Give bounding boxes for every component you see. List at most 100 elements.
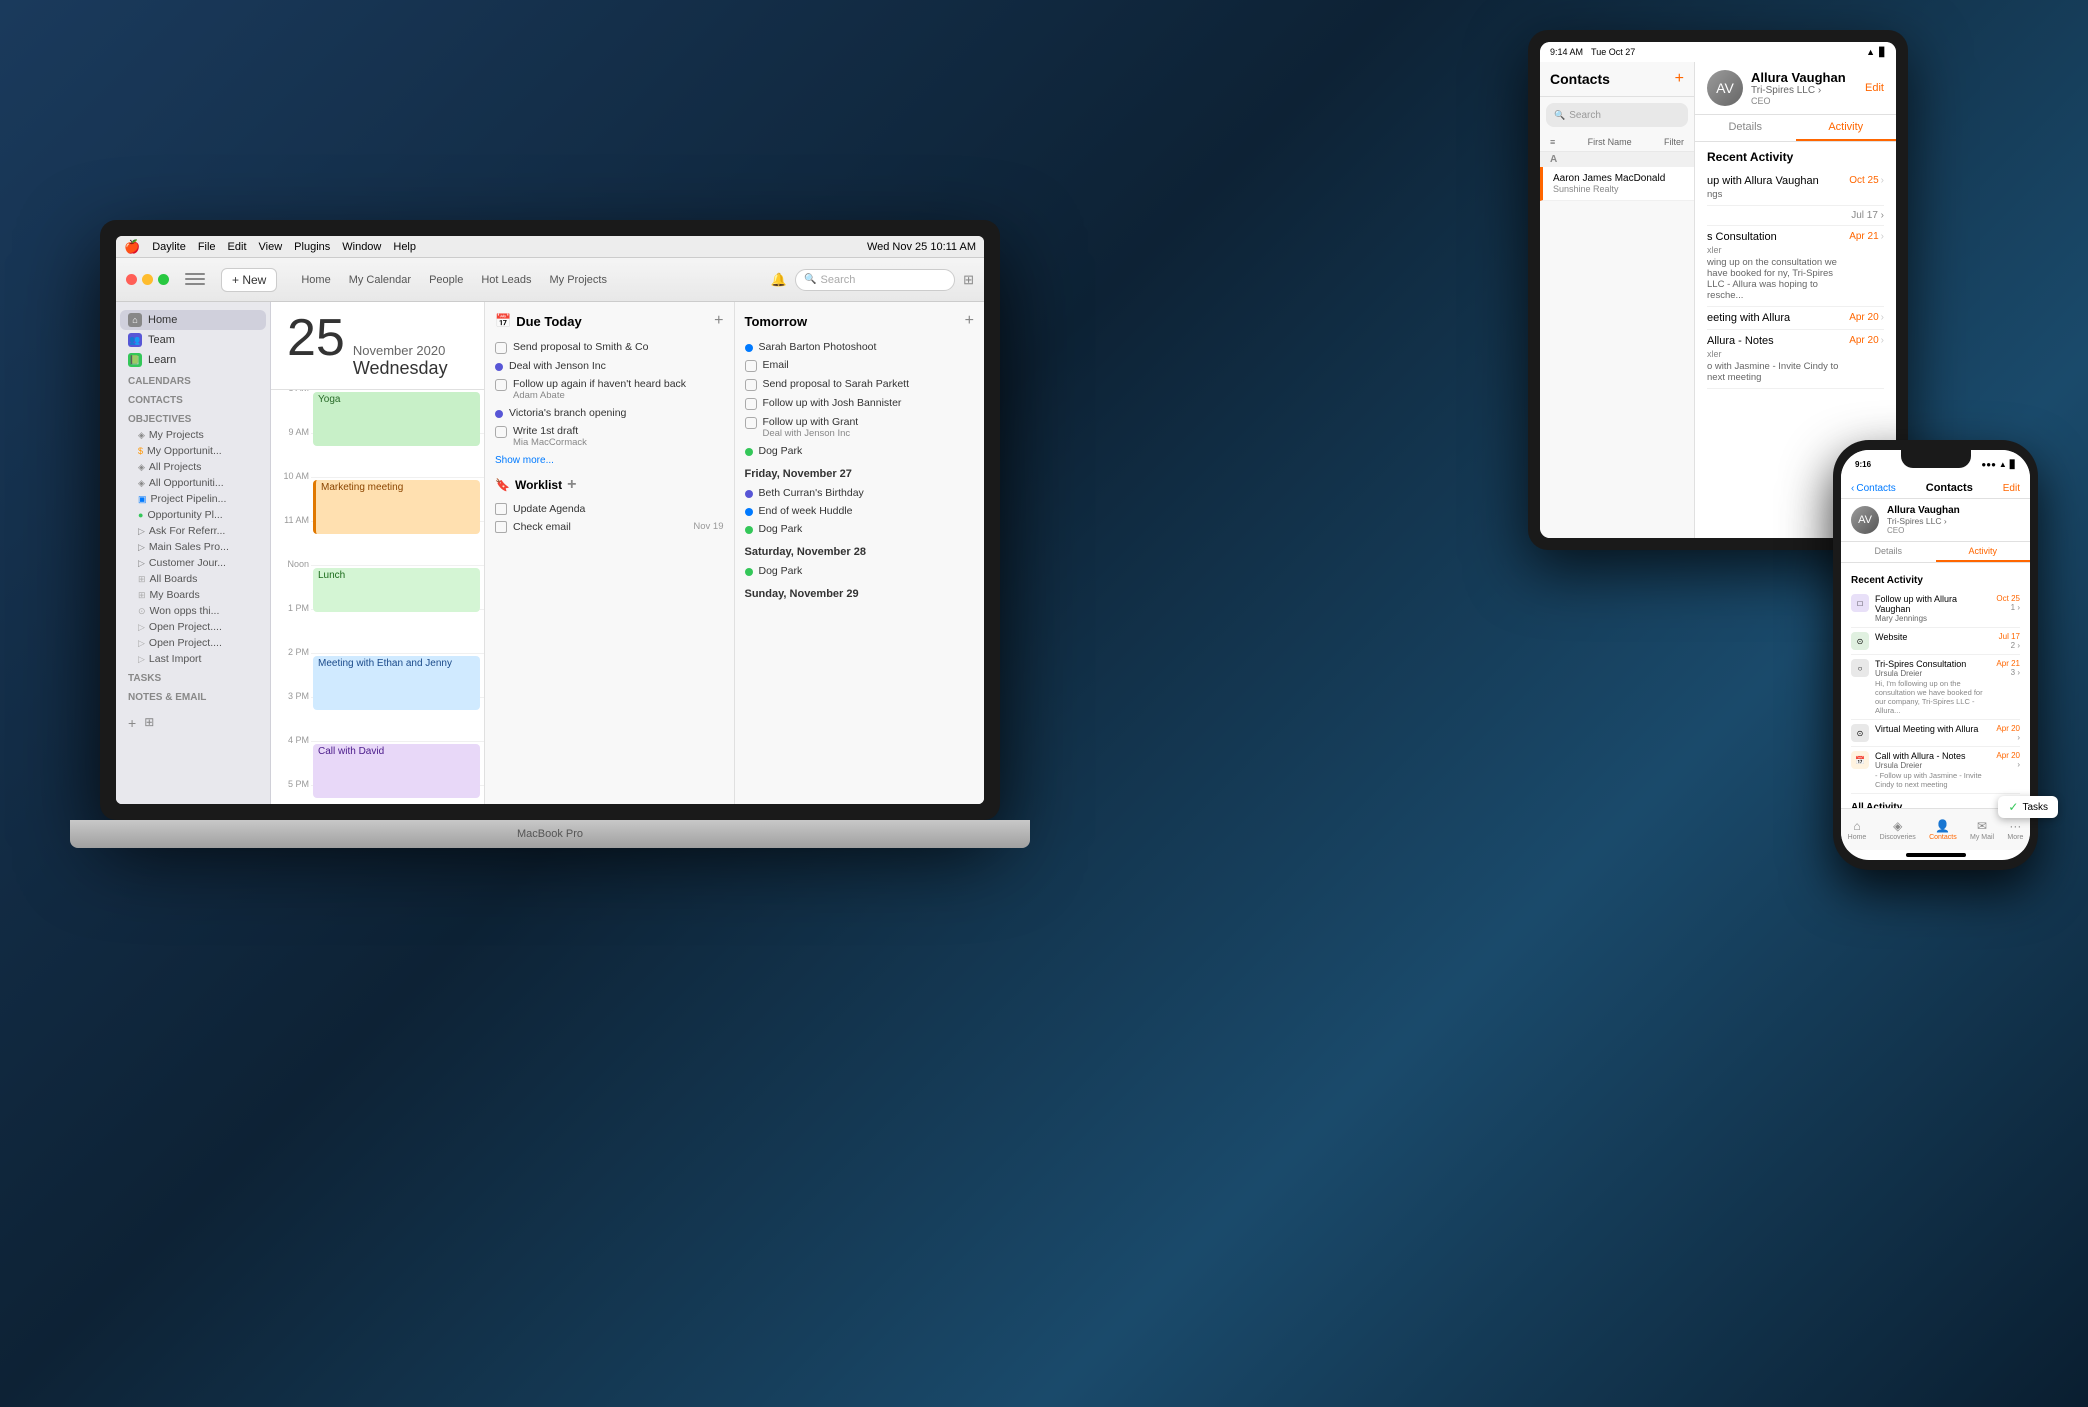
nav-my-calendar[interactable]: My Calendar — [343, 272, 417, 288]
grid-view-icon[interactable]: ⊞ — [963, 272, 974, 288]
close-button[interactable] — [126, 274, 137, 285]
iphone-tabbar-mymail[interactable]: ✉ My Mail — [1970, 819, 1994, 841]
sidebar-open-project-2[interactable]: ▷ Open Project.... — [116, 635, 270, 651]
ipad-tab-activity[interactable]: Activity — [1796, 115, 1897, 141]
minimize-button[interactable] — [142, 274, 153, 285]
due-today-add-button[interactable]: + — [714, 312, 723, 330]
sidebar-my-projects[interactable]: ◈ My Projects — [116, 427, 270, 443]
sidebar-all-boards[interactable]: ⊞ All Boards — [116, 571, 270, 587]
nav-hot-leads[interactable]: Hot Leads — [475, 272, 537, 288]
menu-plugins[interactable]: Plugins — [294, 241, 330, 253]
sidebar-toggle-button[interactable] — [185, 273, 205, 287]
sidebar-my-boards[interactable]: ⊞ My Boards — [116, 587, 270, 603]
iphone-activity-item[interactable]: □ Follow up with Allura Vaughan Mary Jen… — [1851, 590, 2020, 628]
sidebar-all-projects[interactable]: ◈ All Projects — [116, 459, 270, 475]
iphone-tab-activity[interactable]: Activity — [1936, 542, 2031, 562]
iphone-activity-item[interactable]: ○ Tri-Spires Consultation Ursula Dreier … — [1851, 655, 2020, 720]
ipad-jul17: Jul 17 › — [1851, 210, 1884, 221]
iphone-activity-item[interactable]: ⊙ Website Jul 17 2 › — [1851, 628, 2020, 655]
menu-file[interactable]: File — [198, 241, 216, 253]
ipad-filter-button[interactable]: Filter — [1664, 137, 1684, 147]
ipad-edit-button[interactable]: Edit — [1865, 82, 1884, 94]
iphone-tabbar-contacts[interactable]: 👤 Contacts — [1929, 819, 1957, 841]
iphone-act-date: Apr 20 — [1996, 751, 2020, 760]
contacts-section: Contacts — [116, 389, 270, 408]
tomorrow-add-button[interactable]: + — [965, 312, 974, 330]
nav-people[interactable]: People — [423, 272, 469, 288]
sidebar-opportunity-pl[interactable]: ● Opportunity Pl... — [116, 507, 270, 523]
ipad-activity-item[interactable]: eeting with Allura Apr 20 › — [1707, 307, 1884, 330]
sidebar-learn-label: Learn — [148, 354, 176, 366]
ipad-time: 9:14 AM — [1550, 47, 1583, 57]
learn-icon: 📗 — [128, 353, 142, 367]
task-checkbox[interactable] — [495, 342, 507, 354]
iphone-content: Recent Activity □ Follow up with Allura … — [1841, 563, 2030, 808]
ipad-contact-item[interactable]: Aaron James MacDonald Sunshine Realty — [1540, 167, 1694, 201]
sidebar-customer-jour[interactable]: ▷ Customer Jour... — [116, 555, 270, 571]
menu-edit[interactable]: Edit — [228, 241, 247, 253]
task-checkbox[interactable] — [745, 398, 757, 410]
task-dot-purple — [495, 363, 503, 371]
sidebar-open-project-1[interactable]: ▷ Open Project.... — [116, 619, 270, 635]
ipad-detail-company[interactable]: Tri-Spires LLC › — [1751, 85, 1846, 96]
task-checkbox[interactable] — [745, 360, 757, 372]
ipad-activity-item: Jul 17 › — [1707, 206, 1884, 226]
ipad-date: Tue Oct 27 — [1591, 47, 1635, 57]
iphone-edit-button[interactable]: Edit — [2003, 483, 2020, 494]
bell-icon[interactable]: 🔔 — [771, 272, 787, 288]
ipad-search[interactable]: 🔍 Search — [1546, 103, 1688, 127]
iphone-contact-name: Allura Vaughan — [1887, 505, 1960, 516]
menu-help[interactable]: Help — [393, 241, 416, 253]
search-placeholder: Search — [821, 274, 856, 286]
ipad-add-contact-button[interactable]: + — [1675, 70, 1684, 88]
new-button[interactable]: + New — [221, 268, 277, 292]
iphone-tabbar-home[interactable]: ⌂ Home — [1848, 819, 1867, 841]
ipad-tab-details[interactable]: Details — [1695, 115, 1796, 141]
iphone-activity-item[interactable]: 📅 Call with Allura - Notes Ursula Dreier… — [1851, 747, 2020, 794]
task-dot-purple — [745, 490, 753, 498]
event-lunch[interactable]: Lunch — [313, 568, 480, 612]
nav-my-projects[interactable]: My Projects — [543, 272, 612, 288]
nav-home[interactable]: Home — [295, 272, 336, 288]
sidebar-all-opportunities[interactable]: ◈ All Opportuniti... — [116, 475, 270, 491]
sidebar-ask-referr[interactable]: ▷ Ask For Referr... — [116, 523, 270, 539]
ipad-recent-activity-label: Recent Activity — [1707, 150, 1884, 164]
due-icon: 📅 — [495, 313, 511, 329]
show-more-link[interactable]: Show more... — [495, 455, 724, 466]
ipad-activity-info: Allura - Notes xler o with Jasmine - Inv… — [1707, 335, 1843, 383]
grid-icon[interactable]: ⊞ — [144, 715, 154, 731]
apple-icon: 🍎 — [124, 239, 140, 255]
ipad-activity-item[interactable]: Allura - Notes xler o with Jasmine - Inv… — [1707, 330, 1884, 389]
menu-view[interactable]: View — [259, 241, 283, 253]
sidebar-won-opps[interactable]: ⊙ Won opps thi... — [116, 603, 270, 619]
menu-window[interactable]: Window — [342, 241, 381, 253]
worklist-checkbox[interactable] — [495, 521, 507, 533]
iphone-tabbar-discoveries[interactable]: ◈ Discoveries — [1880, 819, 1916, 841]
sidebar-item-team[interactable]: 👥 Team — [116, 330, 270, 350]
sidebar-item-learn[interactable]: 📗 Learn — [116, 350, 270, 370]
iphone-tab-details[interactable]: Details — [1841, 542, 1936, 562]
toolbar-search[interactable]: 🔍 Search — [795, 269, 955, 291]
task-checkbox[interactable] — [745, 417, 757, 429]
ipad-activity-item[interactable]: up with Allura Vaughan ngs Oct 25 › — [1707, 170, 1884, 206]
ipad-chevron-icon: › — [1881, 175, 1884, 186]
maximize-button[interactable] — [158, 274, 169, 285]
task-checkbox[interactable] — [745, 379, 757, 391]
ipad-activity-item[interactable]: s Consultation xler wing up on the consu… — [1707, 226, 1884, 307]
worklist-add-button[interactable]: + — [567, 476, 576, 494]
sidebar-project-pipeline[interactable]: ▣ Project Pipelin... — [116, 491, 270, 507]
ipad-activity-date: Apr 20 — [1849, 312, 1878, 323]
macbook-device: 🍎 Daylite File Edit View Plugins Window … — [100, 220, 1020, 900]
task-checkbox[interactable] — [495, 379, 507, 391]
iphone-tabbar-more[interactable]: ··· More — [2007, 819, 2023, 841]
iphone-activity-item[interactable]: ⊙ Virtual Meeting with Allura Apr 20 › — [1851, 720, 2020, 747]
sidebar-item-home[interactable]: ⌂ Home — [120, 310, 266, 330]
worklist-checkbox[interactable] — [495, 503, 507, 515]
sidebar-main-sales[interactable]: ▷ Main Sales Pro... — [116, 539, 270, 555]
ipad-detail-name: Allura Vaughan — [1751, 70, 1846, 85]
sidebar-my-opportunities[interactable]: $ My Opportunit... — [116, 443, 270, 459]
task-checkbox[interactable] — [495, 426, 507, 438]
iphone-back-button[interactable]: ‹ Contacts — [1851, 483, 1896, 494]
add-icon[interactable]: + — [128, 715, 136, 731]
sidebar-last-import[interactable]: ▷ Last Import — [116, 651, 270, 667]
